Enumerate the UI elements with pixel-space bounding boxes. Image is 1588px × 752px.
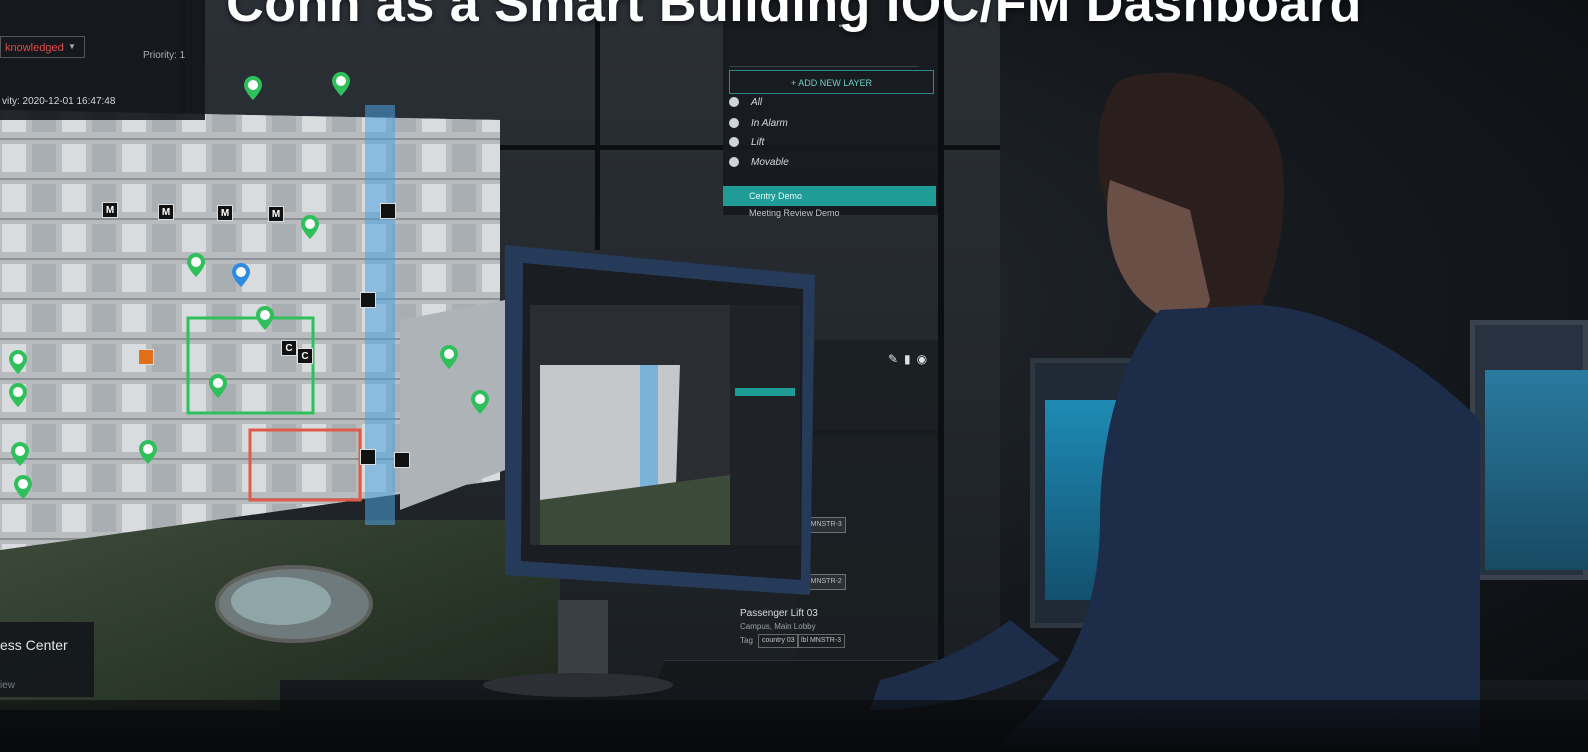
fan-pin-icon[interactable]	[13, 475, 33, 499]
activity-timestamp: vity: 2020-12-01 16:47:48	[2, 96, 116, 107]
layer-item-movable[interactable]: Movable	[729, 153, 789, 171]
eye-icon[interactable]	[729, 118, 739, 128]
lift-tag-label: Tag	[740, 636, 753, 645]
fire-alarm-icon[interactable]	[138, 349, 154, 365]
fan-pin-icon[interactable]	[8, 383, 28, 407]
map-pin-icon[interactable]	[470, 390, 490, 414]
door-icon[interactable]	[360, 449, 376, 465]
page-headline: Cohn as a Smart Building IOC/FM Dashboar…	[226, 0, 1362, 33]
location-card-title[interactable]: ess Center	[0, 637, 68, 653]
map-pin-icon[interactable]	[255, 306, 275, 330]
cctv-icon[interactable]	[380, 203, 396, 219]
location-card-link[interactable]: iew	[0, 680, 15, 691]
monitor-stand	[483, 600, 673, 697]
fan-pin-icon[interactable]	[10, 442, 30, 466]
map-pin-icon[interactable]	[138, 440, 158, 464]
camera-tag[interactable]: C	[281, 340, 297, 356]
fan-pin-icon[interactable]	[8, 350, 28, 374]
priority-label: Priority: 1	[143, 50, 186, 61]
map-pin-icon[interactable]	[300, 215, 320, 239]
layer-item-all[interactable]: All	[729, 93, 762, 111]
operator-person	[870, 72, 1480, 752]
map-pin-icon[interactable]	[439, 345, 459, 369]
map-pin-icon[interactable]	[243, 76, 263, 100]
eye-icon[interactable]	[729, 137, 739, 147]
wall-seam	[595, 0, 600, 250]
maintenance-tag[interactable]: M	[158, 204, 174, 220]
device-alarm-icon[interactable]	[360, 292, 376, 308]
layer-item-in-alarm[interactable]: In Alarm	[729, 114, 788, 132]
maintenance-tag[interactable]: M	[102, 202, 118, 218]
chevron-down-icon[interactable]: ▼	[68, 42, 76, 51]
control-room-scene: M M M M C C knowledged ▼ Priority: 1 vit…	[0, 0, 1588, 752]
side-monitor-screen	[1485, 370, 1588, 570]
desk-monitor	[505, 245, 815, 595]
map-pin-icon[interactable]	[331, 72, 351, 96]
maintenance-tag[interactable]: M	[217, 205, 233, 221]
lift-location: Campus, Main Lobby	[740, 622, 816, 631]
lift-title[interactable]: Passenger Lift 03	[740, 608, 818, 619]
camera-tag[interactable]: C	[297, 348, 313, 364]
map-pin-icon[interactable]	[186, 253, 206, 277]
building-3d-model	[0, 105, 505, 550]
layer-item-next[interactable]: Meeting Review Demo	[749, 208, 840, 218]
plaza-fountain	[215, 565, 373, 643]
lift-tag-chip: lbl MNSTR-3	[797, 634, 846, 648]
map-pin-icon[interactable]	[208, 374, 228, 398]
bottom-shade	[0, 700, 1588, 752]
person-pin-icon[interactable]	[231, 263, 251, 287]
layer-item-lift[interactable]: Lift	[729, 133, 764, 151]
cctv-icon[interactable]	[394, 452, 410, 468]
maintenance-tag[interactable]: M	[268, 206, 284, 222]
eye-icon[interactable]	[729, 97, 739, 107]
lift-tag-chip: country 03	[758, 634, 799, 648]
eye-icon[interactable]	[729, 157, 739, 167]
